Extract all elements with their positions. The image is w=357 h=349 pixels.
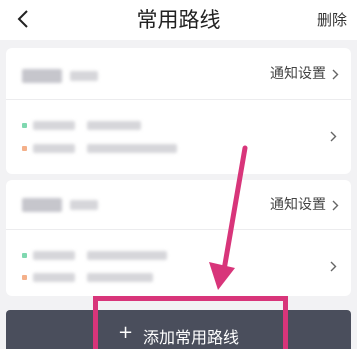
notify-settings-link[interactable]: 通知设置 xyxy=(270,48,339,100)
route-start-stop-blurred xyxy=(22,121,141,130)
back-button[interactable] xyxy=(10,4,36,34)
route-end-stop-blurred xyxy=(22,144,177,153)
page-title: 常用路线 xyxy=(136,8,221,32)
start-dot-icon xyxy=(22,253,27,258)
notify-settings-link[interactable]: 通知设置 xyxy=(270,180,339,230)
chevron-right-icon xyxy=(330,261,337,272)
route-name-blurred xyxy=(22,69,98,83)
chevron-right-icon xyxy=(330,131,337,142)
route-stops-row[interactable] xyxy=(6,231,351,296)
chevron-right-icon xyxy=(332,200,339,210)
notify-settings-label: 通知设置 xyxy=(270,197,326,213)
top-bar: 常用路线 删除 xyxy=(0,0,357,40)
end-dot-icon xyxy=(22,146,27,151)
back-arrow-icon xyxy=(17,10,28,28)
chevron-right-icon xyxy=(332,69,339,79)
route-header-row: 通知设置 xyxy=(6,48,351,100)
route-name-blurred xyxy=(22,198,98,212)
notify-settings-label: 通知设置 xyxy=(270,66,326,82)
route-stops-row[interactable] xyxy=(6,101,351,174)
start-dot-icon xyxy=(22,123,27,128)
route-end-stop-blurred xyxy=(22,273,153,282)
route-card: 通知设置 xyxy=(6,180,351,296)
route-card: 通知设置 xyxy=(6,48,351,174)
end-dot-icon xyxy=(22,275,27,280)
route-start-stop-blurred xyxy=(22,251,167,260)
annotation-highlight-box xyxy=(93,296,288,349)
route-header-row: 通知设置 xyxy=(6,180,351,230)
delete-button[interactable]: 删除 xyxy=(317,0,347,40)
